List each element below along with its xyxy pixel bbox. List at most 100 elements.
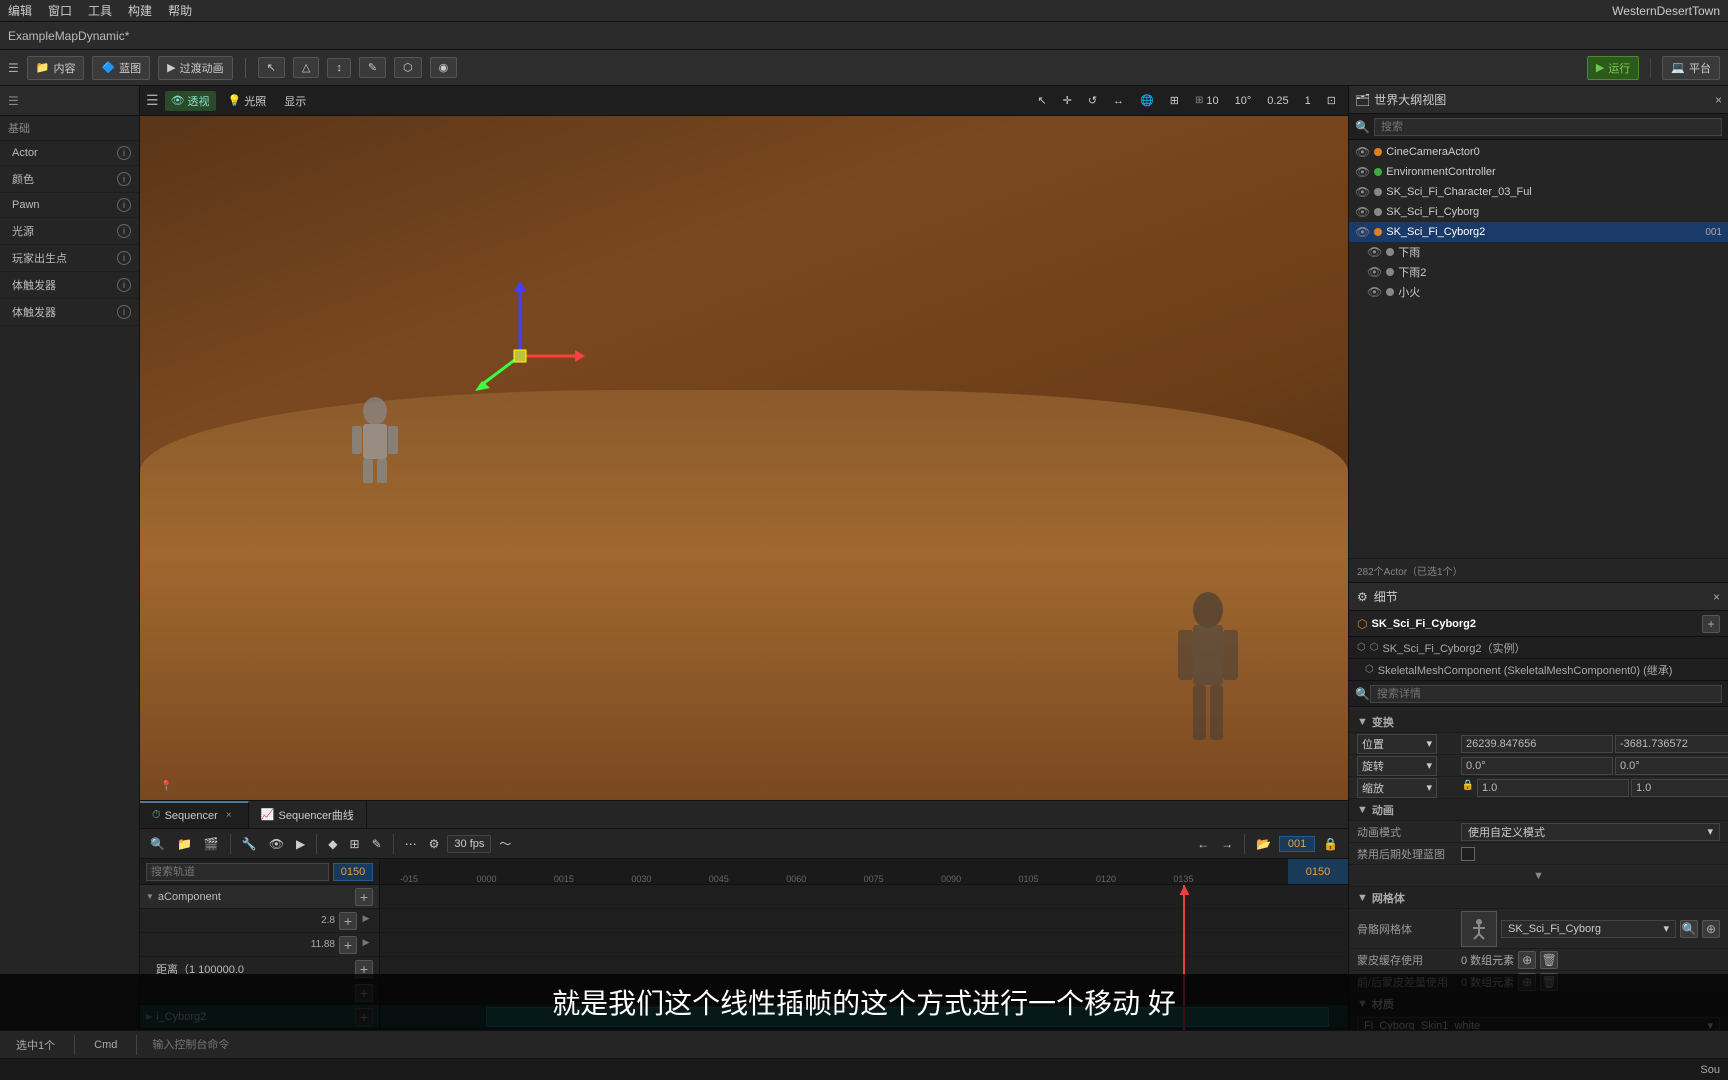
seq-pen-btn[interactable]: ✎ [368, 835, 386, 853]
fire-visibility-icon[interactable]: 👁 [1367, 285, 1382, 299]
seq-lock-btn[interactable]: 🔒 [1319, 835, 1342, 853]
transition-button[interactable]: ▶ 过渡动画 [158, 56, 232, 80]
lighting-button[interactable]: 💡 光照 [222, 91, 273, 111]
left-item-color[interactable]: 颜色 i [0, 166, 139, 193]
cursor-tool[interactable]: ↖ [1031, 92, 1052, 109]
blueprint-button[interactable]: 🔷 蓝图 [92, 56, 150, 80]
outliner-item-camera[interactable]: 👁 CineCameraActor0 [1349, 142, 1728, 162]
seq-film-btn[interactable]: 🎬 [200, 835, 223, 853]
grid-tool[interactable]: ⊞ [1164, 92, 1185, 109]
seq-tab1-close[interactable]: × [222, 809, 236, 823]
track-acomponent[interactable]: ▼ aComponent + [140, 885, 379, 909]
outliner-close-btn[interactable]: × [1715, 93, 1722, 107]
platform-button[interactable]: 💻 平台 [1662, 56, 1720, 80]
scale-x-input[interactable] [1477, 779, 1629, 797]
seq-more-btn[interactable]: ⋯ [401, 835, 421, 853]
perspective-button[interactable]: 👁 透视 [165, 91, 216, 111]
outliner-item-cyborg2[interactable]: 👁 SK_Sci_Fi_Cyborg2 001 [1349, 222, 1728, 242]
skeletal-mesh-dropdown[interactable]: SK_Sci_Fi_Cyborg ▾ [1501, 920, 1676, 938]
left-item-spawn[interactable]: 玩家出生点 i [0, 245, 139, 272]
pos-y-input[interactable] [1615, 735, 1728, 753]
details-add-btn[interactable]: + [1702, 615, 1720, 633]
seq-snap-btn[interactable]: ⊞ [346, 835, 364, 853]
seq-search-input[interactable] [146, 863, 329, 881]
pos-x-input[interactable] [1461, 735, 1613, 753]
run-button[interactable]: ▶ 运行 [1587, 56, 1639, 80]
mesh-section-header[interactable]: ▼ 网格体 [1349, 887, 1728, 909]
track-sub2-more[interactable]: ▶ [359, 936, 373, 950]
animation-section-header[interactable]: ▼ 动画 [1349, 799, 1728, 821]
sequencer-tab1[interactable]: ⏱ Sequencer × [140, 801, 249, 828]
rotation-dropdown[interactable]: 旋转 ▾ [1357, 756, 1437, 776]
top-menu[interactable]: 编辑 窗口 工具 构建 帮助 [8, 2, 192, 19]
menu-tools[interactable]: 工具 [88, 2, 112, 19]
seq-next-btn[interactable]: → [1217, 835, 1237, 853]
scale-btn[interactable]: 0.25 [1261, 93, 1294, 109]
source-info-icon[interactable]: i [117, 224, 131, 238]
mesh-search-btn[interactable]: 🔍 [1680, 920, 1698, 938]
outliner-item-cyborg[interactable]: 👁 SK_Sci_Fi_Cyborg [1349, 202, 1728, 222]
char03-visibility-icon[interactable]: 👁 [1355, 185, 1370, 199]
seq-eye-btn[interactable]: 👁 [265, 835, 288, 853]
left-item-trigger2[interactable]: 体触发器 i [0, 299, 139, 326]
anim-mode-dropdown[interactable]: 使用自定义模式 ▾ [1461, 823, 1720, 841]
spawn-info-icon[interactable]: i [117, 251, 131, 265]
menu-window[interactable]: 窗口 [48, 2, 72, 19]
scale-tool[interactable]: ↕ [327, 58, 351, 78]
expand-down-icon[interactable]: ▼ [1533, 870, 1544, 882]
left-item-source[interactable]: 光源 i [0, 218, 139, 245]
seq-tool-btn[interactable]: 🔧 [238, 835, 261, 853]
layer-btn[interactable]: 1 [1299, 93, 1317, 109]
seq-wave-btn[interactable]: 〜 [495, 833, 515, 854]
show-button[interactable]: 显示 [278, 91, 312, 111]
seq-folder2-btn[interactable]: 📂 [1252, 835, 1275, 853]
actor-info-icon[interactable]: i [117, 146, 131, 160]
rain1-visibility-icon[interactable]: 👁 [1367, 245, 1382, 259]
outliner-search-input[interactable] [1374, 118, 1722, 136]
fps-button[interactable]: 30 fps [447, 835, 491, 853]
env-visibility-icon[interactable]: 👁 [1355, 165, 1370, 179]
trigger1-info-icon[interactable]: i [117, 278, 131, 292]
camera-visibility-icon[interactable]: 👁 [1355, 145, 1370, 159]
details-search-input[interactable] [1370, 685, 1722, 703]
menu-build[interactable]: 构建 [128, 2, 152, 19]
snap-tool[interactable]: ⬡ [394, 57, 422, 78]
viewport-canvas[interactable]: 📍 [140, 116, 1348, 800]
left-item-pawn[interactable]: Pawn i [0, 193, 139, 218]
bottom-tab-selected[interactable]: 选中1个 [8, 1035, 63, 1055]
rain2-visibility-icon[interactable]: 👁 [1367, 265, 1382, 279]
details-close-btn[interactable]: × [1713, 590, 1720, 604]
position-dropdown[interactable]: 位置 ▾ [1357, 734, 1437, 754]
outliner-item-rain2[interactable]: 👁 下雨2 [1361, 262, 1728, 282]
scale-dropdown[interactable]: 缩放 ▾ [1357, 778, 1437, 798]
camera-tool[interactable]: ◉ [430, 57, 458, 78]
outliner-item-fire[interactable]: 👁 小火 [1361, 282, 1728, 302]
rot-y-input[interactable] [1615, 757, 1728, 775]
grid-size-btn[interactable]: ⊞ 10 [1189, 93, 1225, 109]
seq-playback-btn[interactable]: ▶ [292, 835, 309, 853]
track-sub2-add[interactable]: + [339, 936, 357, 954]
outliner-item-env[interactable]: 👁 EnvironmentController [1349, 162, 1728, 182]
rot-x-input[interactable] [1461, 757, 1613, 775]
globe-tool[interactable]: 🌐 [1134, 92, 1160, 109]
edit-tool[interactable]: ✎ [359, 57, 386, 78]
post-anim-checkbox[interactable] [1461, 847, 1475, 861]
select-tool[interactable]: ↖ [258, 57, 285, 78]
vp-hamburger-icon[interactable]: ☰ [146, 92, 159, 109]
color-info-icon[interactable]: i [117, 172, 131, 186]
left-item-actor[interactable]: Actor i [0, 141, 139, 166]
rotate-tool[interactable]: ↺ [1082, 92, 1103, 109]
maximize-btn[interactable]: ⊡ [1321, 92, 1342, 109]
scale-y-input[interactable] [1631, 779, 1728, 797]
scale-tool2[interactable]: ↔ [1107, 93, 1130, 109]
track-sub1-more[interactable]: ▶ [359, 912, 373, 926]
left-item-trigger1[interactable]: 体触发器 i [0, 272, 139, 299]
angle-btn[interactable]: 10° [1229, 93, 1258, 109]
cyborg-visibility-icon[interactable]: 👁 [1355, 205, 1370, 219]
sequencer-tab2[interactable]: 📈 Sequencer曲线 [249, 801, 367, 828]
move-tool[interactable]: ✛ [1057, 92, 1078, 109]
cyborg2-visibility-icon[interactable]: 👁 [1355, 225, 1370, 239]
pawn-info-icon[interactable]: i [117, 198, 131, 212]
scale-lock-icon[interactable]: 🔒 [1461, 779, 1475, 793]
outliner-item-rain1[interactable]: 👁 下雨 [1361, 242, 1728, 262]
